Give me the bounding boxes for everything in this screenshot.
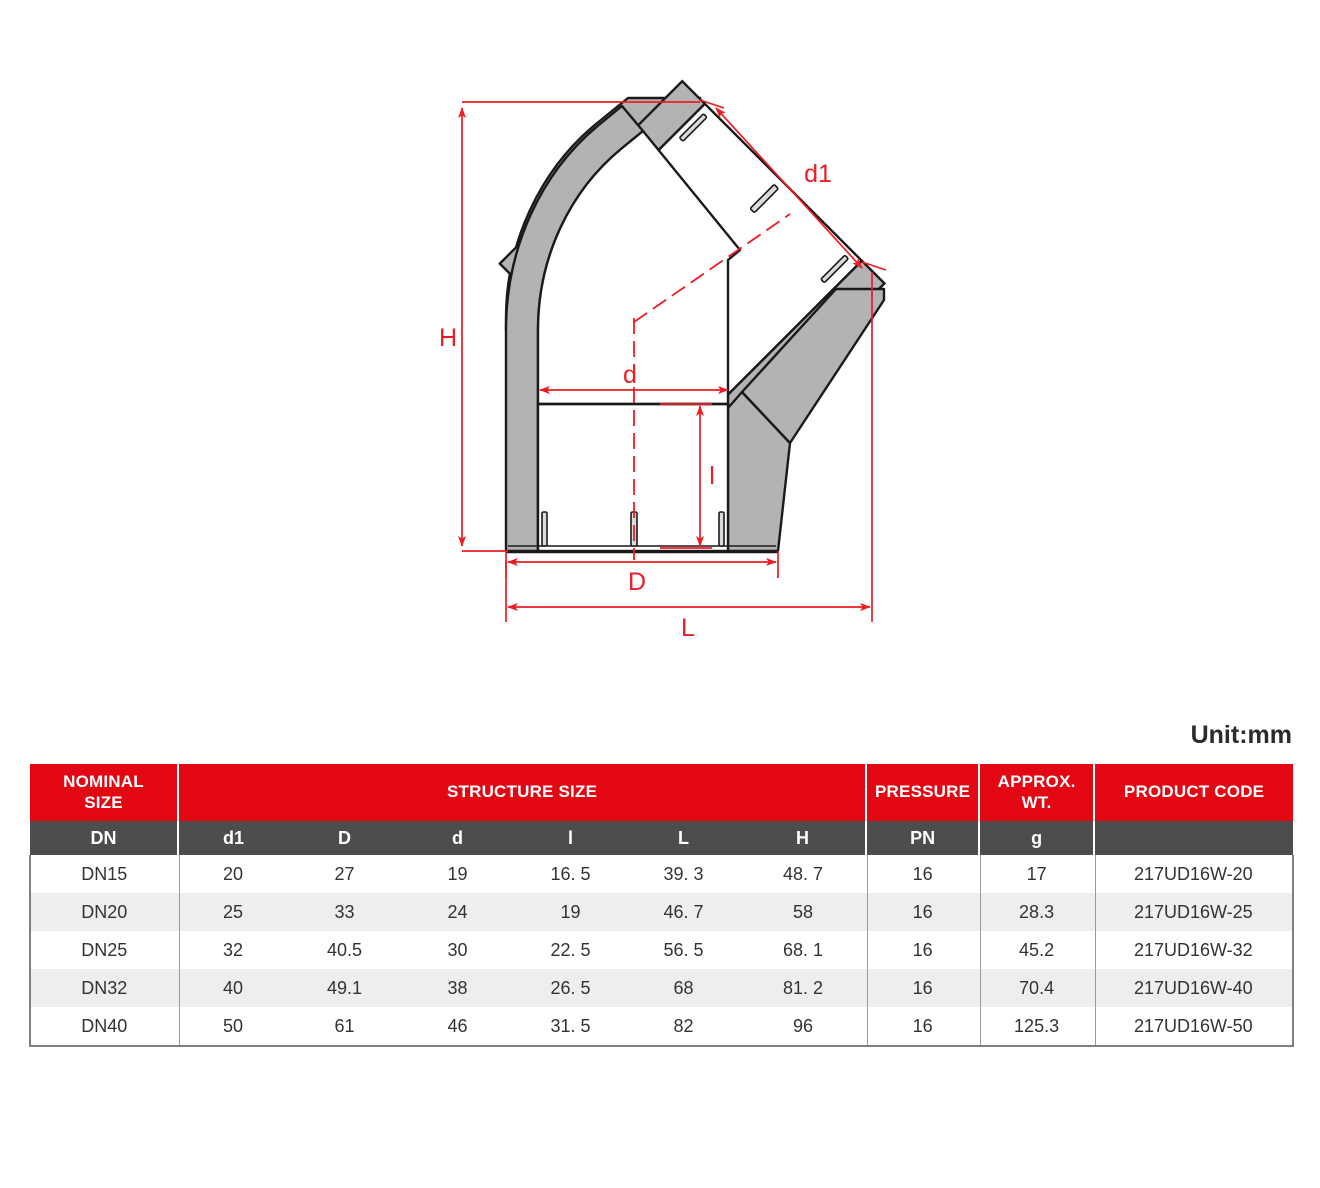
table-row: DN40 50 61 46 31. 5 82 96 16 125.3 217UD… — [29, 1007, 1295, 1047]
subheader-product-code — [1094, 821, 1294, 855]
table-row: DN32 40 49.1 38 26. 5 68 81. 2 16 70.4 2… — [29, 969, 1295, 1007]
cell-d1: 32 — [178, 931, 288, 969]
label-H: H — [439, 324, 457, 352]
cell-pn: 16 — [866, 1007, 980, 1047]
cell-H: 81. 2 — [740, 969, 867, 1007]
cell-L: 39. 3 — [627, 855, 740, 893]
label-d1: d1 — [804, 160, 832, 188]
cell-H: 58 — [740, 893, 867, 931]
cell-d: 38 — [401, 969, 514, 1007]
cell-dn: DN15 — [29, 855, 178, 893]
cell-dn: DN25 — [29, 931, 178, 969]
cell-d1: 25 — [178, 893, 288, 931]
cell-L: 68 — [627, 969, 740, 1007]
subheader-l: l — [514, 821, 627, 855]
header-structure-size: STRUCTURE SIZE — [178, 764, 868, 821]
cell-H: 48. 7 — [740, 855, 867, 893]
label-L: L — [681, 614, 695, 642]
table-group-header-row: NOMINAL SIZE STRUCTURE SIZE PRESSURE APP… — [30, 764, 1294, 821]
cell-product-code: 217UD16W-25 — [1094, 893, 1295, 931]
header-approx-wt: APPROX. WT. — [979, 764, 1096, 821]
technical-drawing: H d1 d l D L — [0, 0, 1320, 700]
cell-d: 46 — [401, 1007, 514, 1047]
cell-d1: 40 — [178, 969, 288, 1007]
socket-tick-left — [541, 511, 548, 547]
cell-D: 49.1 — [288, 969, 401, 1007]
header-nominal-size-line1: NOMINAL — [63, 772, 144, 792]
subheader-d: d — [401, 821, 514, 855]
cell-g: 17 — [979, 855, 1095, 893]
subheader-g: g — [979, 821, 1096, 855]
specification-table: NOMINAL SIZE STRUCTURE SIZE PRESSURE APP… — [29, 764, 1295, 1047]
cell-dn: DN32 — [29, 969, 178, 1007]
cell-product-code: 217UD16W-50 — [1094, 1007, 1295, 1047]
cell-product-code: 217UD16W-20 — [1094, 855, 1295, 893]
cell-g: 70.4 — [979, 969, 1095, 1007]
table-row: DN15 20 27 19 16. 5 39. 3 48. 7 16 17 21… — [29, 855, 1295, 893]
cell-pn: 16 — [866, 931, 980, 969]
cell-d1: 50 — [178, 1007, 288, 1047]
cell-L: 82 — [627, 1007, 740, 1047]
cell-H: 68. 1 — [740, 931, 867, 969]
table-body: DN15 20 27 19 16. 5 39. 3 48. 7 16 17 21… — [29, 855, 1295, 1047]
table-sub-header-row: DN d1 D d l L H PN g — [30, 821, 1294, 855]
label-D: D — [628, 568, 646, 596]
cell-D: 61 — [288, 1007, 401, 1047]
cell-d: 30 — [401, 931, 514, 969]
cell-pn: 16 — [866, 855, 980, 893]
cell-l: 22. 5 — [514, 931, 627, 969]
table-row: DN20 25 33 24 19 46. 7 58 16 28.3 217UD1… — [29, 893, 1295, 931]
label-d: d — [623, 361, 637, 389]
cell-L: 46. 7 — [627, 893, 740, 931]
cell-D: 27 — [288, 855, 401, 893]
header-approx-wt-line1: APPROX. — [997, 772, 1076, 792]
cell-g: 125.3 — [979, 1007, 1095, 1047]
cell-D: 40.5 — [288, 931, 401, 969]
cell-l: 16. 5 — [514, 855, 627, 893]
cell-d: 19 — [401, 855, 514, 893]
cell-dn: DN40 — [29, 1007, 178, 1047]
unit-label: Unit:mm — [1190, 721, 1292, 749]
cell-l: 26. 5 — [514, 969, 627, 1007]
header-nominal-size: NOMINAL SIZE — [30, 764, 179, 821]
cell-d1: 20 — [178, 855, 288, 893]
subheader-D: D — [288, 821, 401, 855]
subheader-H: H — [740, 821, 868, 855]
header-product-code: PRODUCT CODE — [1094, 764, 1294, 821]
cell-product-code: 217UD16W-40 — [1094, 969, 1295, 1007]
cell-l: 19 — [514, 893, 627, 931]
cell-product-code: 217UD16W-32 — [1094, 931, 1295, 969]
table-row: DN25 32 40.5 30 22. 5 56. 5 68. 1 16 45.… — [29, 931, 1295, 969]
cell-H: 96 — [740, 1007, 867, 1047]
subheader-d1: d1 — [178, 821, 288, 855]
cell-pn: 16 — [866, 893, 980, 931]
elbow-fitting-diagram: H d1 d l D L — [439, 79, 887, 642]
spec-table: NOMINAL SIZE STRUCTURE SIZE PRESSURE APP… — [29, 764, 1295, 1047]
cell-dn: DN20 — [29, 893, 178, 931]
label-l: l — [709, 462, 715, 490]
header-nominal-size-line2: SIZE — [84, 792, 123, 812]
header-pressure: PRESSURE — [866, 764, 981, 821]
fitting-body — [498, 79, 887, 560]
cell-D: 33 — [288, 893, 401, 931]
cell-pn: 16 — [866, 969, 980, 1007]
cell-L: 56. 5 — [627, 931, 740, 969]
cell-l: 31. 5 — [514, 1007, 627, 1047]
cell-g: 45.2 — [979, 931, 1095, 969]
subheader-L: L — [627, 821, 740, 855]
subheader-pn: PN — [866, 821, 981, 855]
cell-d: 24 — [401, 893, 514, 931]
cell-g: 28.3 — [979, 893, 1095, 931]
subheader-dn: DN — [30, 821, 179, 855]
header-approx-wt-line2: WT. — [1021, 792, 1052, 812]
socket-tick-right — [718, 511, 725, 547]
